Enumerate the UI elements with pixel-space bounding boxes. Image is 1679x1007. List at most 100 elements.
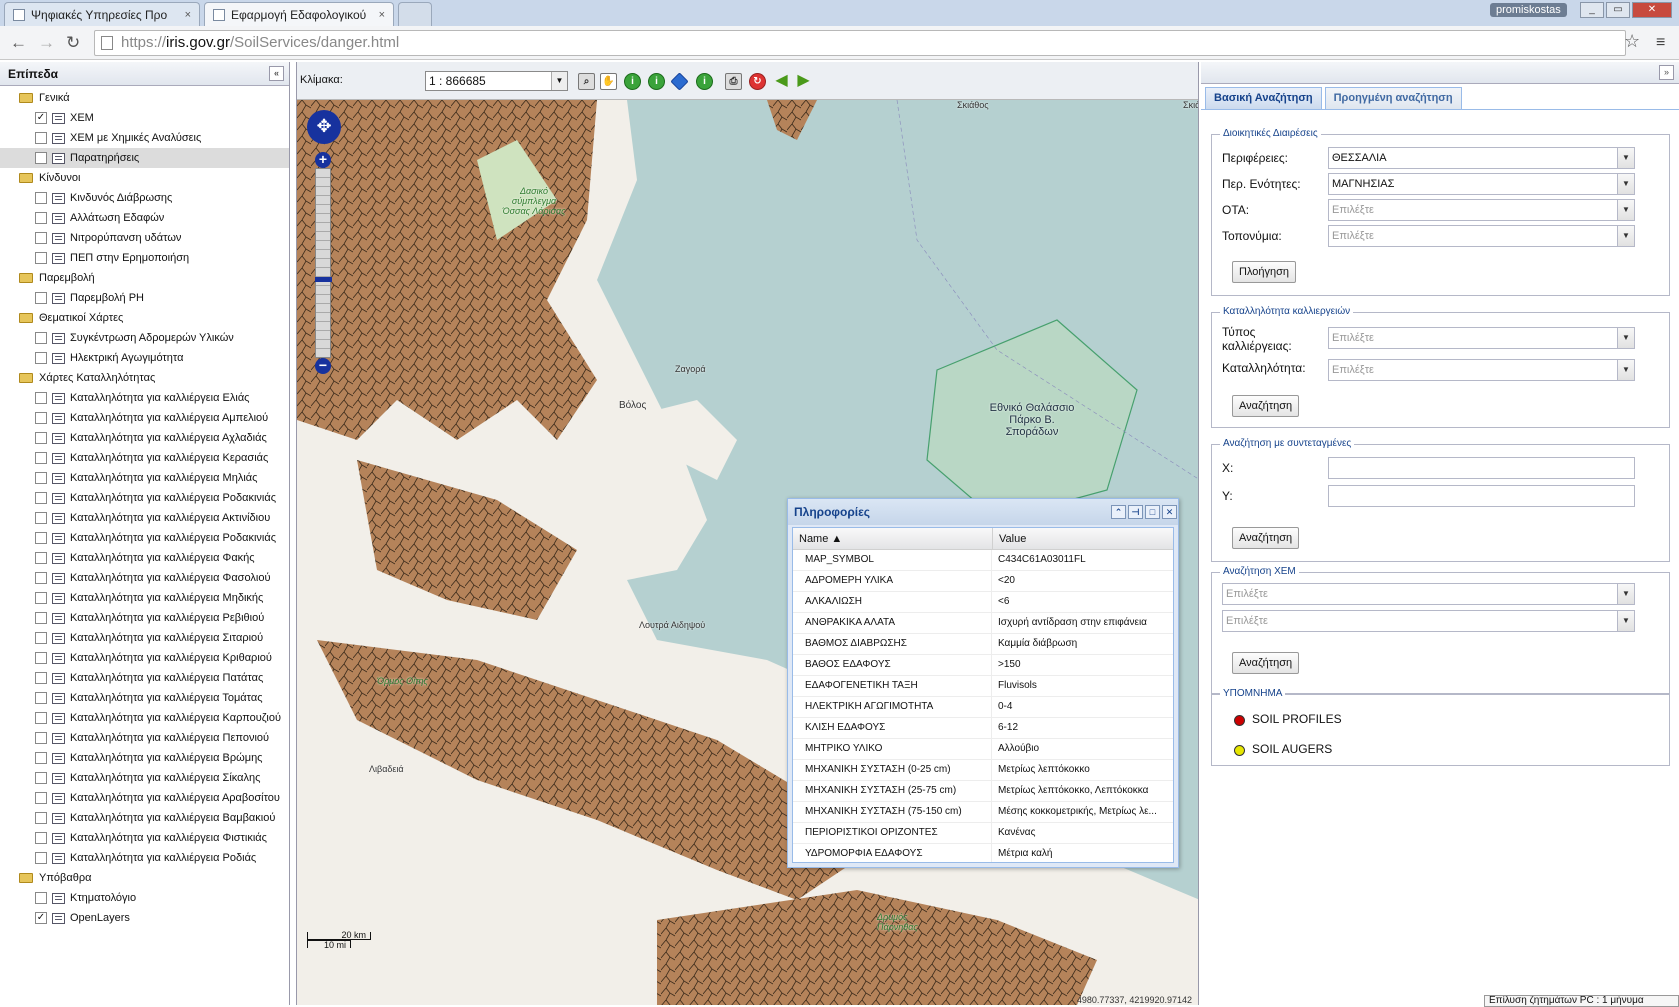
layer-item[interactable]: Συγκέντρωση Αδρομερών Υλικών: [0, 328, 289, 348]
layer-checkbox[interactable]: [35, 252, 47, 264]
chevron-down-icon[interactable]: ▼: [1617, 226, 1634, 246]
minimize-button[interactable]: _: [1580, 2, 1604, 18]
layer-checkbox[interactable]: [35, 852, 47, 864]
chevron-down-icon[interactable]: ▼: [1617, 200, 1634, 220]
place-select[interactable]: Επιλέξτε ▼: [1328, 225, 1635, 247]
layer-item[interactable]: ΧΕΜ με Χημικές Αναλύσεις: [0, 128, 289, 148]
info-icon-2[interactable]: i: [648, 73, 665, 90]
layer-item[interactable]: Καταλληλότητα για καλλιέργεια Ροδιάς: [0, 848, 289, 868]
table-row[interactable]: ΗΛΕΚΤΡΙΚΗ ΑΓΩΓΙΜΟΤΗΤΑ 0-4: [793, 697, 1173, 718]
pin-icon[interactable]: ⊣: [1128, 505, 1143, 519]
next-extent-icon[interactable]: ▶: [795, 73, 812, 90]
layer-checkbox[interactable]: [35, 192, 47, 204]
layer-item[interactable]: Καταλληλότητα για καλλιέργεια Μηλιάς: [0, 468, 289, 488]
tab-basic-search[interactable]: Βασική Αναζήτηση: [1205, 87, 1322, 109]
tab-advanced-search[interactable]: Προηγμένη αναζήτηση: [1324, 87, 1462, 109]
layer-folder[interactable]: Χάρτες Καταλληλότητας: [0, 368, 289, 388]
info-icon[interactable]: i: [624, 73, 641, 90]
table-row[interactable]: ΑΔΡΟΜΕΡΗ ΥΛΙΚΑ <20: [793, 571, 1173, 592]
layer-item[interactable]: Καταλληλότητα για καλλιέργεια Πεπονιού: [0, 728, 289, 748]
chevron-down-icon[interactable]: ▼: [1617, 360, 1634, 380]
back-arrow-icon[interactable]: ←: [10, 34, 27, 52]
layer-checkbox[interactable]: [35, 132, 47, 144]
layer-checkbox[interactable]: [35, 632, 47, 644]
zoom-box-icon[interactable]: ⌕: [578, 73, 595, 90]
layer-item[interactable]: Καταλληλότητα για καλλιέργεια Σιταριού: [0, 628, 289, 648]
y-input[interactable]: [1328, 485, 1635, 507]
zoom-in-button[interactable]: +: [315, 152, 331, 168]
layer-checkbox[interactable]: ✓: [35, 912, 47, 924]
layer-folder[interactable]: Κίνδυνοι: [0, 168, 289, 188]
layer-checkbox[interactable]: [35, 612, 47, 624]
layer-checkbox[interactable]: [35, 152, 47, 164]
table-row[interactable]: ΥΔΡΟΜΟΡΦΙΑ ΕΔΑΦΟΥΣ Μέτρια καλή: [793, 844, 1173, 862]
layer-checkbox[interactable]: [35, 572, 47, 584]
layer-folder[interactable]: Υπόβαθρα: [0, 868, 289, 888]
layer-item[interactable]: ΠΕΠ στην Ερημοποιήση: [0, 248, 289, 268]
url-input[interactable]: https://iris.gov.gr/SoilServices/danger.…: [94, 30, 1626, 56]
unit-select[interactable]: ΜΑΓΝΗΣΙΑΣ ▼: [1328, 173, 1635, 195]
layer-checkbox[interactable]: [35, 732, 47, 744]
table-row[interactable]: ΒΑΘΟΣ ΕΔΑΦΟΥΣ >150: [793, 655, 1173, 676]
layer-item[interactable]: Καταλληλότητα για καλλιέργεια Ακτινίδιου: [0, 508, 289, 528]
chevron-down-icon[interactable]: ▼: [1617, 584, 1634, 604]
layer-item[interactable]: Ηλεκτρική Αγωγιμότητα: [0, 348, 289, 368]
bookmark-star-icon[interactable]: ☆: [1624, 31, 1640, 52]
layer-item[interactable]: Καταλληλότητα για καλλιέργεια Βρώμης: [0, 748, 289, 768]
ota-select[interactable]: Επιλέξτε ▼: [1328, 199, 1635, 221]
maximize-button[interactable]: ▭: [1606, 2, 1630, 18]
layer-checkbox[interactable]: [35, 452, 47, 464]
status-notification[interactable]: Επίλυση ζητημάτων PC : 1 μήνυμα: [1484, 995, 1679, 1007]
layer-checkbox[interactable]: [35, 812, 47, 824]
forward-arrow-icon[interactable]: →: [38, 34, 55, 52]
layer-item[interactable]: Νιτρορύπανση υδάτων: [0, 228, 289, 248]
collapse-left-button[interactable]: «: [269, 66, 284, 81]
layer-checkbox[interactable]: [35, 832, 47, 844]
layer-item[interactable]: Καταλληλότητα για καλλιέργεια Ρεβιθιού: [0, 608, 289, 628]
coords-search-button[interactable]: Αναζήτηση: [1232, 527, 1300, 549]
crop-search-button[interactable]: Αναζήτηση: [1232, 395, 1300, 417]
navigate-button[interactable]: Πλοήγηση: [1232, 261, 1297, 283]
layer-checkbox[interactable]: [35, 692, 47, 704]
table-row[interactable]: ΜΗΧΑΝΙΚΗ ΣΥΣΤΑΣΗ (75-150 cm) Μέσης κοκκομ…: [793, 802, 1173, 823]
scale-select[interactable]: 1 : 866685 ▼: [425, 71, 568, 91]
layer-folder[interactable]: Θεματικοί Χάρτες: [0, 308, 289, 328]
layer-checkbox[interactable]: [35, 412, 47, 424]
layer-item[interactable]: Καταλληλότητα για καλλιέργεια Μηδικής: [0, 588, 289, 608]
layer-item[interactable]: Καταλληλότητα για καλλιέργεια Καρπουζιού: [0, 708, 289, 728]
xem-select-2[interactable]: Επιλέξτε ▼: [1222, 610, 1635, 632]
layer-checkbox[interactable]: [35, 792, 47, 804]
layer-item[interactable]: Καταλληλότητα για καλλιέργεια Αχλαδιάς: [0, 428, 289, 448]
layer-item[interactable]: Καταλληλότητα για καλλιέργεια Ροδακινιάς: [0, 528, 289, 548]
new-tab-button[interactable]: [398, 2, 432, 26]
previous-extent-icon[interactable]: ◀: [773, 73, 790, 90]
layer-folder[interactable]: Γενικά: [0, 88, 289, 108]
x-input[interactable]: [1328, 457, 1635, 479]
table-row[interactable]: ΜΗΧΑΝΙΚΗ ΣΥΣΤΑΣΗ (25-75 cm) Μετρίως λεπτό…: [793, 781, 1173, 802]
layer-checkbox[interactable]: [35, 532, 47, 544]
layer-item[interactable]: ✓ OpenLayers: [0, 908, 289, 928]
layer-checkbox[interactable]: [35, 472, 47, 484]
layer-item[interactable]: Καταλληλότητα για καλλιέργεια Αραβοσίτου: [0, 788, 289, 808]
layer-checkbox[interactable]: [35, 332, 47, 344]
collapse-up-icon[interactable]: ⌃: [1111, 505, 1126, 519]
info-icon-3[interactable]: i: [696, 73, 713, 90]
layer-item[interactable]: Κινδυνός Διάβρωσης: [0, 188, 289, 208]
pan-control-icon[interactable]: ✥: [307, 110, 341, 144]
table-row[interactable]: ΚΛΙΣΗ ΕΔΑΦΟΥΣ 6-12: [793, 718, 1173, 739]
crop-type-select[interactable]: Επιλέξτε ▼: [1328, 327, 1635, 349]
browser-tab-1[interactable]: Ψηφιακές Υπηρεσίες Προ ×: [4, 2, 200, 26]
layer-checkbox[interactable]: [35, 772, 47, 784]
table-row[interactable]: ΜΗΤΡΙΚΟ ΥΛΙΚΟ Αλλούβιο: [793, 739, 1173, 760]
layer-checkbox[interactable]: [35, 352, 47, 364]
zoom-slider[interactable]: [315, 168, 332, 358]
layer-folder[interactable]: Παρεμβολή: [0, 268, 289, 288]
suitability-select[interactable]: Επιλέξτε ▼: [1328, 359, 1635, 381]
column-header-name[interactable]: Name ▲: [793, 528, 993, 549]
layer-checkbox[interactable]: [35, 432, 47, 444]
table-row[interactable]: MAP_SYMBOL C434C61A03011FL: [793, 550, 1173, 571]
browser-tab-2[interactable]: Εφαρμογή Εδαφολογικού ×: [204, 2, 394, 26]
layer-checkbox[interactable]: [35, 552, 47, 564]
reload-icon[interactable]: ↻: [66, 34, 80, 52]
chevron-down-icon[interactable]: ▼: [1617, 328, 1634, 348]
